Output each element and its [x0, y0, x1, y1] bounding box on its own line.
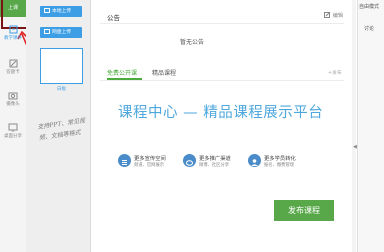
tab-divider — [100, 80, 344, 81]
cloud-icon — [44, 29, 50, 34]
tab-premium-course[interactable]: 精品课程 — [152, 68, 176, 77]
cloud-upload-label: 网盘上传 — [52, 30, 72, 35]
feature-item: 更多学员转化 报名、缴费管理 — [248, 153, 328, 171]
nav-item-label: 摄像头 — [6, 102, 20, 107]
nav-item-camera[interactable]: 摄像头 — [0, 91, 26, 107]
discussion-label: 讨论 — [364, 26, 375, 32]
nav-item-label: 桌面分享 — [4, 134, 22, 139]
desktop-share-icon — [8, 123, 18, 132]
scrollbar[interactable] — [352, 0, 356, 252]
promo-headline: 课程中心 — 精品课程展示平台 — [118, 105, 324, 121]
feature-desc: 频道、官网展示 — [134, 163, 165, 168]
nav-item-answer-card[interactable]: 答题卡 — [0, 59, 26, 75]
publish-course-button[interactable]: 发布课程 — [274, 200, 334, 221]
edit-icon — [324, 11, 331, 18]
courseware-icon — [9, 25, 17, 34]
feature-title: 更多学员转化 — [264, 156, 296, 162]
nav-item-desktop-share[interactable]: 桌面分享 — [0, 123, 26, 139]
notice-empty-text: 暂无公告 — [179, 39, 204, 46]
feature-title: 更多推广渠道 — [199, 156, 231, 162]
local-upload-label: 本地上传 — [52, 9, 72, 14]
user-icon — [248, 154, 261, 167]
notice-divider — [100, 23, 344, 24]
whiteboard-thumbnail[interactable] — [40, 48, 83, 84]
answer-card-icon — [9, 59, 17, 68]
nav-item-label: 答题卡 — [6, 70, 20, 75]
list-icon — [118, 154, 131, 167]
edit-notice-link[interactable]: 编辑 — [324, 11, 344, 19]
edit-label: 编辑 — [332, 13, 344, 19]
whiteboard-label: 白板 — [57, 87, 66, 92]
publish-link[interactable]: +发布 — [328, 69, 342, 76]
local-upload-button[interactable]: 本地上传 — [40, 6, 82, 17]
right-panel-title: 自由模式 — [359, 4, 380, 10]
feature-desc: 报名、缴费管理 — [264, 163, 295, 168]
camera-icon — [8, 92, 18, 100]
notice-title: 公告 — [107, 14, 120, 22]
weibo-icon — [183, 154, 196, 167]
upload-icon — [44, 8, 50, 13]
right-panel — [357, 0, 384, 252]
feature-title: 更多宣传空间 — [134, 156, 166, 162]
tab-free-course[interactable]: 免费公开课 — [107, 68, 137, 77]
feature-desc: 微博、社区分享 — [199, 163, 230, 168]
